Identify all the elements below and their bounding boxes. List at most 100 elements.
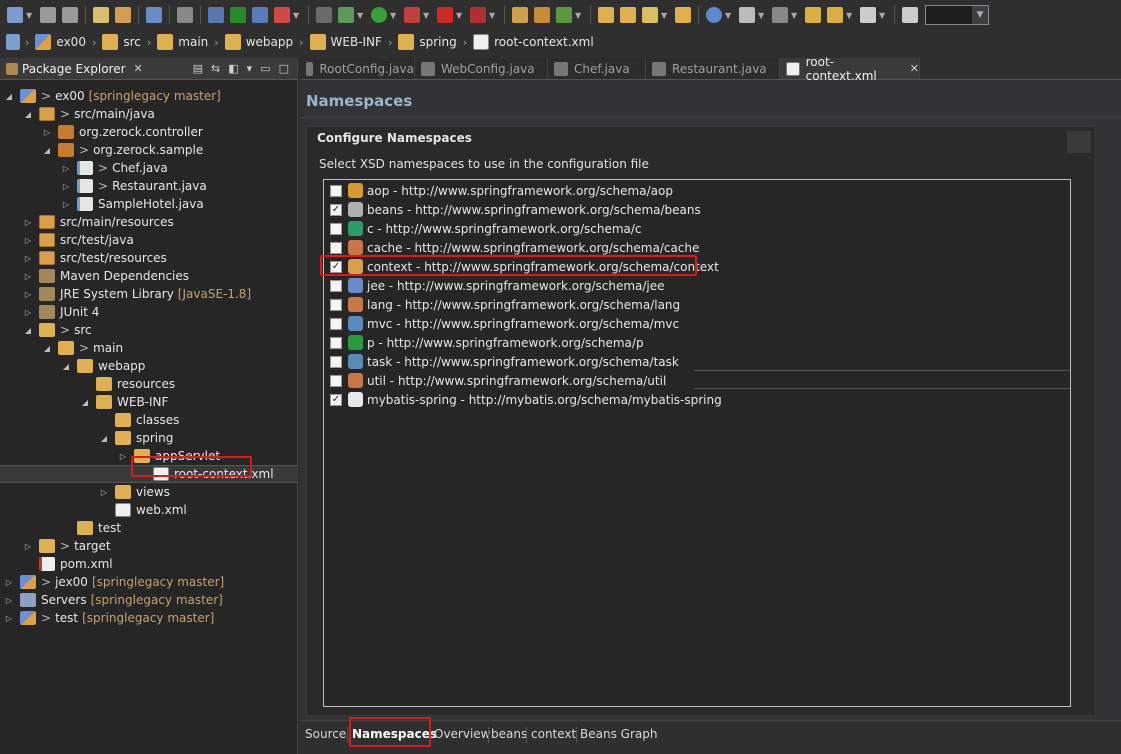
save-icon[interactable] <box>40 7 56 23</box>
namespace-row[interactable]: aop - http://www.springframework.org/sch… <box>330 181 673 200</box>
collapse-arrow-icon[interactable]: ▷ <box>23 308 33 317</box>
expand-arrow-icon[interactable]: ◢ <box>23 110 33 119</box>
collapse-arrow-icon[interactable]: ▷ <box>4 578 14 587</box>
back-icon[interactable] <box>827 7 843 23</box>
chevron-down-icon[interactable]: ▼ <box>879 11 887 20</box>
section-toggle[interactable] <box>1067 131 1091 153</box>
collapse-arrow-icon[interactable]: ▷ <box>23 272 33 281</box>
close-icon[interactable]: ✕ <box>910 62 919 75</box>
maximize-icon[interactable]: □ <box>279 62 289 75</box>
namespace-checkbox[interactable] <box>330 374 342 387</box>
namespace-row[interactable]: lang - http://www.springframework.org/sc… <box>330 295 681 314</box>
tree-item[interactable]: ◢ spring <box>0 429 298 447</box>
chevron-down-icon[interactable]: ▼ <box>575 11 583 20</box>
namespace-checkbox[interactable]: ✓ <box>330 393 342 406</box>
chevron-down-icon[interactable]: ▼ <box>456 11 464 20</box>
next-annotation-icon[interactable] <box>772 7 788 23</box>
tab-beans[interactable]: beans <box>491 727 527 741</box>
tab-overview[interactable]: Overview <box>434 727 491 741</box>
tree-item[interactable]: ▷ src/main/resources <box>0 213 298 231</box>
power-icon[interactable] <box>230 7 246 23</box>
tree-item[interactable]: ▷ > test [springlegacy master] <box>0 609 298 627</box>
tab-rootconfig[interactable]: RootConfig.java <box>300 58 415 79</box>
tree-item[interactable]: ◢ > org.zerock.sample <box>0 141 298 159</box>
tree-item[interactable]: ▷ src/test/java <box>0 231 298 249</box>
namespace-row[interactable]: util - http://www.springframework.org/sc… <box>330 371 667 390</box>
external-tools-icon[interactable] <box>404 7 420 23</box>
collapse-arrow-icon[interactable]: ▷ <box>23 290 33 299</box>
toolbar-combo[interactable]: ▼ <box>925 5 989 25</box>
expand-arrow-icon[interactable]: ◢ <box>80 398 90 407</box>
coverage-icon[interactable] <box>470 7 486 23</box>
new-icon[interactable] <box>7 7 23 23</box>
server-run-icon[interactable] <box>316 7 332 23</box>
namespace-row[interactable]: ✓ beans - http://www.springframework.org/… <box>330 200 701 219</box>
expand-arrow-icon[interactable]: ◢ <box>4 92 14 101</box>
namespace-row[interactable]: mvc - http://www.springframework.org/sch… <box>330 314 680 333</box>
last-edit-icon[interactable] <box>805 7 821 23</box>
chevron-down-icon[interactable]: ▼ <box>293 11 301 20</box>
edit-icon[interactable] <box>902 7 918 23</box>
breadcrumb-item-ex00[interactable]: ex00 <box>35 34 86 50</box>
focus-icon[interactable]: ◧ <box>228 62 238 75</box>
refresh-icon[interactable] <box>274 7 290 23</box>
tree-item[interactable]: test <box>0 519 298 537</box>
minimize-icon[interactable]: ▭ <box>260 62 270 75</box>
namespace-row[interactable]: c - http://www.springframework.org/schem… <box>330 219 642 238</box>
namespace-checkbox[interactable] <box>330 298 342 311</box>
chevron-down-icon[interactable]: ▼ <box>357 11 365 20</box>
collapse-arrow-icon[interactable]: ▷ <box>23 236 33 245</box>
tree-item[interactable]: web.xml <box>0 501 298 519</box>
namespace-checkbox[interactable] <box>330 279 342 292</box>
tree-item[interactable]: classes <box>0 411 298 429</box>
tab-restaurant[interactable]: Restaurant.java <box>646 58 780 79</box>
pen-icon[interactable] <box>642 7 658 23</box>
tree-item[interactable]: ▷ src/test/resources <box>0 249 298 267</box>
new-java-project-icon[interactable] <box>512 7 528 23</box>
namespace-checkbox[interactable] <box>330 184 342 197</box>
tree-item[interactable]: ▷ Maven Dependencies <box>0 267 298 285</box>
open-task-icon[interactable] <box>620 7 636 23</box>
chevron-down-icon[interactable]: ▼ <box>26 11 34 20</box>
chevron-down-icon[interactable]: ▼ <box>423 11 431 20</box>
breadcrumb-item-root-context[interactable]: root-context.xml <box>473 34 594 50</box>
collapse-arrow-icon[interactable]: ▷ <box>61 182 71 191</box>
tab-webconfig[interactable]: WebConfig.java <box>415 58 548 79</box>
forward-icon[interactable] <box>860 7 876 23</box>
namespace-checkbox[interactable] <box>330 355 342 368</box>
collapse-arrow-icon[interactable]: ▷ <box>61 164 71 173</box>
tree-item[interactable]: ◢ webapp <box>0 357 298 375</box>
namespace-row[interactable]: ✓ mybatis-spring - http://mybatis.org/sch… <box>330 390 722 409</box>
link-with-editor-icon[interactable]: ⇆ <box>211 62 220 75</box>
collapse-arrow-icon[interactable]: ▷ <box>42 128 52 137</box>
chevron-down-icon[interactable]: ▼ <box>972 6 988 24</box>
hierarchy-icon[interactable] <box>93 7 109 23</box>
tree-item[interactable]: ◢ > main <box>0 339 298 357</box>
view-menu-icon[interactable]: ▾ <box>247 62 253 75</box>
tree-item[interactable]: ▷ Servers [springlegacy master] <box>0 591 298 609</box>
console-icon[interactable] <box>146 7 162 23</box>
expand-arrow-icon[interactable]: ◢ <box>61 362 71 371</box>
namespace-row[interactable]: jee - http://www.springframework.org/sch… <box>330 276 665 295</box>
tree-item[interactable]: ◢ WEB-INF <box>0 393 298 411</box>
tree-item[interactable]: resources <box>0 375 298 393</box>
save-all-icon[interactable] <box>62 7 78 23</box>
chevron-down-icon[interactable]: ▼ <box>489 11 497 20</box>
expand-arrow-icon[interactable]: ◢ <box>23 326 33 335</box>
tree-item[interactable]: ◢ > src <box>0 321 298 339</box>
tree-item[interactable]: ▷ > Restaurant.java <box>0 177 298 195</box>
namespace-checkbox[interactable]: ✓ <box>330 203 342 216</box>
collapse-arrow-icon[interactable]: ▷ <box>4 614 14 623</box>
breadcrumb-item-main[interactable]: main <box>157 34 208 50</box>
open-type-icon[interactable] <box>115 7 131 23</box>
expand-arrow-icon[interactable]: ◢ <box>42 146 52 155</box>
debug-perspective-icon[interactable] <box>208 7 224 23</box>
collapse-arrow-icon[interactable]: ▷ <box>99 488 109 497</box>
pin-icon[interactable] <box>739 7 755 23</box>
namespace-row[interactable]: p - http://www.springframework.org/schem… <box>330 333 644 352</box>
open-folder-icon[interactable] <box>598 7 614 23</box>
tree-item[interactable]: ▷ JUnit 4 <box>0 303 298 321</box>
tree-item[interactable]: ▷ org.zerock.controller <box>0 123 298 141</box>
tree-item[interactable]: ▷ views <box>0 483 298 501</box>
new-class-icon[interactable] <box>556 7 572 23</box>
